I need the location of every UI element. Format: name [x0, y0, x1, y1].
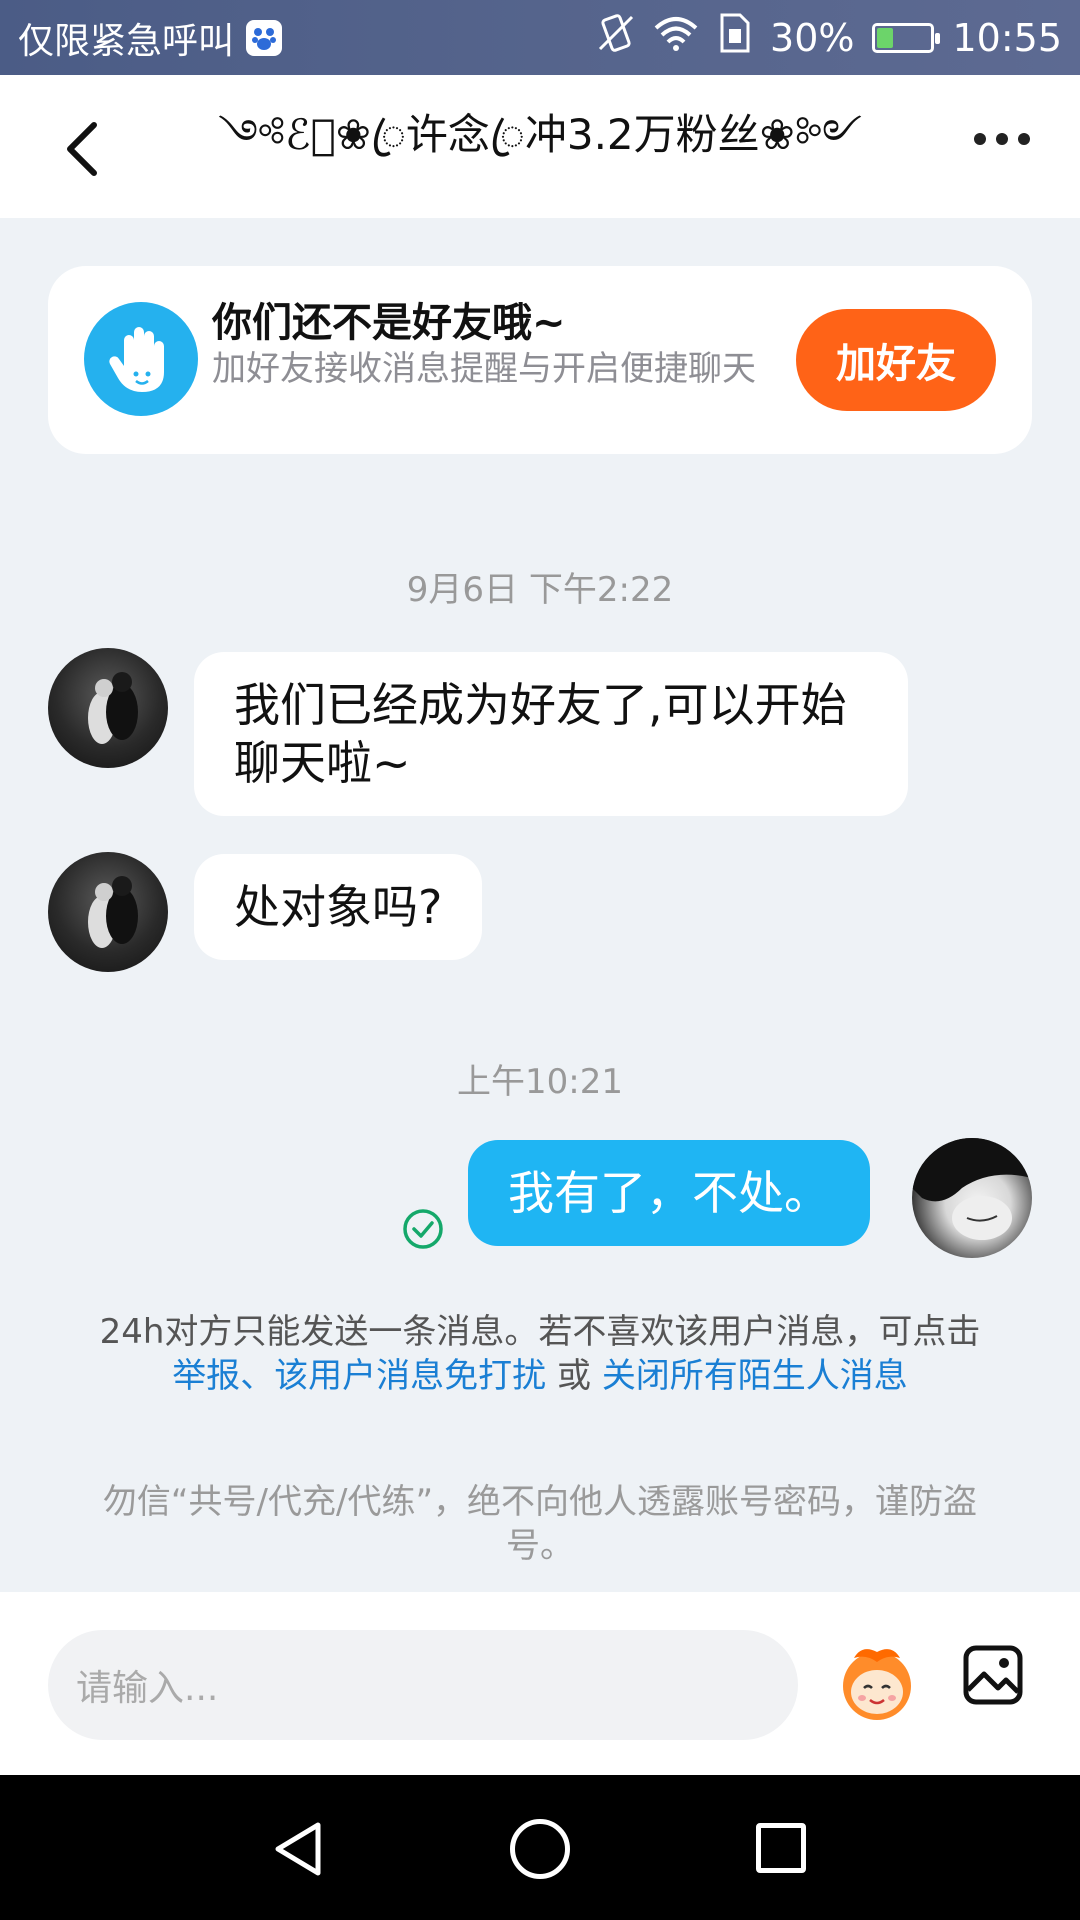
- battery-icon: [872, 22, 941, 53]
- message-bubble-peer: 我们已经成为好友了,可以开始聊天啦~: [194, 652, 908, 816]
- emoji-button[interactable]: [834, 1640, 920, 1726]
- wave-hand-icon: [84, 302, 198, 416]
- baidu-app-icon: [246, 19, 283, 56]
- clock: 10:55: [952, 15, 1062, 60]
- read-check-icon: [402, 1208, 444, 1250]
- report-link[interactable]: 举报: [172, 1356, 240, 1396]
- sim-icon: [718, 13, 752, 62]
- nav-home-button[interactable]: [510, 1819, 570, 1879]
- chevron-left-icon: [67, 122, 97, 176]
- notice-separator: 、: [240, 1356, 275, 1396]
- dot-icon: [1018, 133, 1030, 145]
- message-timestamp: 上午10:21: [457, 1062, 623, 1102]
- more-options-button[interactable]: [974, 133, 1030, 145]
- carrier-text: 仅限紧急呼叫: [18, 20, 235, 62]
- dot-icon: [974, 133, 986, 145]
- wifi-icon: [652, 14, 700, 61]
- security-warning: 勿信“共号/代充/代练”，绝不向他人透露账号密码，谨防盗号。: [102, 1482, 978, 1566]
- nav-recents-button[interactable]: [756, 1823, 806, 1873]
- notice-or-text: 或: [557, 1356, 591, 1396]
- system-nav-bar: [0, 1775, 1080, 1920]
- message-bubble-me: 我有了，不处。: [468, 1140, 870, 1246]
- peer-avatar[interactable]: [48, 648, 168, 768]
- add-friend-button[interactable]: 加好友: [796, 309, 996, 411]
- chat-title: ༺ℰ⃪❀ꦿ许念ꦿ冲3.2万粉丝❀༻: [217, 110, 863, 159]
- add-friend-card: 你们还不是好友哦~ 加好友接收消息提醒与开启便捷聊天 加好友: [48, 266, 1032, 454]
- stranger-message-notice: 24h对方只能发送一条消息。若不喜欢该用户消息，可点击 举报、该用户消息免打扰 …: [60, 1310, 1020, 1398]
- image-button[interactable]: [962, 1644, 1024, 1706]
- triangle-back-icon: [275, 1822, 321, 1876]
- battery-percent: 30%: [770, 15, 855, 60]
- dot-icon: [996, 133, 1008, 145]
- friend-card-subtitle: 加好友接收消息提醒与开启便捷聊天: [212, 349, 756, 389]
- emoji-face-icon: [843, 1649, 911, 1720]
- notice-text: 24h对方只能发送一条消息。若不喜欢该用户消息，可点击: [99, 1312, 981, 1352]
- my-avatar[interactable]: [912, 1138, 1032, 1258]
- message-bubble-peer: 处对象吗?: [194, 854, 483, 960]
- input-bar: 请输入...: [0, 1592, 1080, 1775]
- nav-back-button[interactable]: [270, 1819, 330, 1879]
- peer-avatar[interactable]: [48, 852, 168, 972]
- chat-header: ༺ℰ⃪❀ꦿ许念ꦿ冲3.2万粉丝❀༻: [0, 75, 1080, 218]
- vibrate-icon: [598, 13, 634, 62]
- message-timestamp: 9月6日 下午2:22: [406, 570, 674, 610]
- friend-card-title: 你们还不是好友哦~: [212, 300, 566, 346]
- status-bar: 仅限紧急呼叫 30% 10:55: [0, 0, 1080, 75]
- close-stranger-messages-link[interactable]: 关闭所有陌生人消息: [602, 1356, 908, 1396]
- image-icon: [963, 1645, 1023, 1705]
- back-button[interactable]: [60, 119, 110, 179]
- message-input[interactable]: 请输入...: [48, 1630, 798, 1740]
- mute-user-link[interactable]: 该用户消息免打扰: [274, 1356, 546, 1396]
